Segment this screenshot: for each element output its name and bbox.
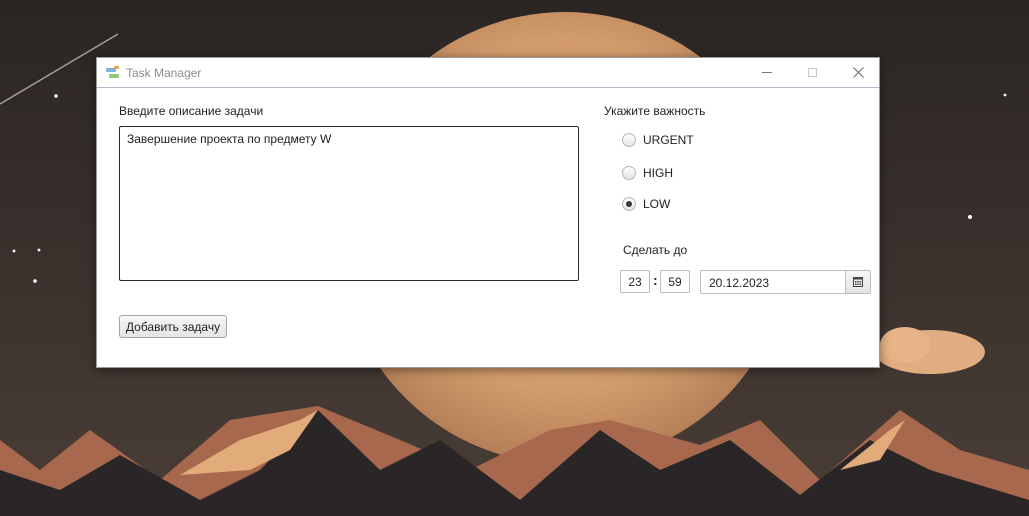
window-title: Task Manager (126, 66, 202, 80)
description-textarea[interactable]: Завершение проекта по предмету W (119, 126, 579, 281)
calendar-button[interactable] (845, 271, 870, 293)
minute-input[interactable]: 59 (660, 270, 690, 293)
priority-option-low[interactable]: LOW (622, 195, 670, 213)
date-picker[interactable]: 20.12.2023 (700, 270, 871, 294)
date-value[interactable]: 20.12.2023 (709, 276, 769, 290)
maximize-button[interactable] (789, 58, 835, 87)
radio-label-urgent: URGENT (643, 133, 694, 147)
title-bar[interactable]: Task Manager (97, 58, 879, 87)
maximize-icon (807, 68, 817, 77)
priority-option-urgent[interactable]: URGENT (622, 131, 694, 149)
priority-label: Укажите важность (604, 104, 706, 118)
radio-low[interactable] (622, 197, 636, 211)
priority-option-high[interactable]: HIGH (622, 164, 673, 182)
calendar-icon (853, 277, 863, 287)
radio-urgent[interactable] (622, 133, 636, 147)
task-manager-window: Task Manager Введите описание задачи Зав… (96, 57, 880, 368)
add-task-button[interactable]: Добавить задачу (119, 315, 227, 338)
hour-input[interactable]: 23 (620, 270, 650, 293)
close-icon (852, 67, 864, 78)
deadline-label: Сделать до (623, 243, 688, 257)
close-button[interactable] (835, 58, 881, 87)
description-label: Введите описание задачи (119, 104, 264, 118)
radio-selected-dot (626, 201, 632, 207)
minimize-button[interactable] (744, 58, 790, 87)
title-separator (97, 87, 879, 88)
radio-high[interactable] (622, 166, 636, 180)
time-separator: : (653, 272, 658, 288)
radio-label-high: HIGH (643, 166, 673, 180)
minimize-icon (762, 72, 772, 73)
radio-label-low: LOW (643, 197, 671, 211)
task-manager-app-icon (106, 66, 119, 78)
